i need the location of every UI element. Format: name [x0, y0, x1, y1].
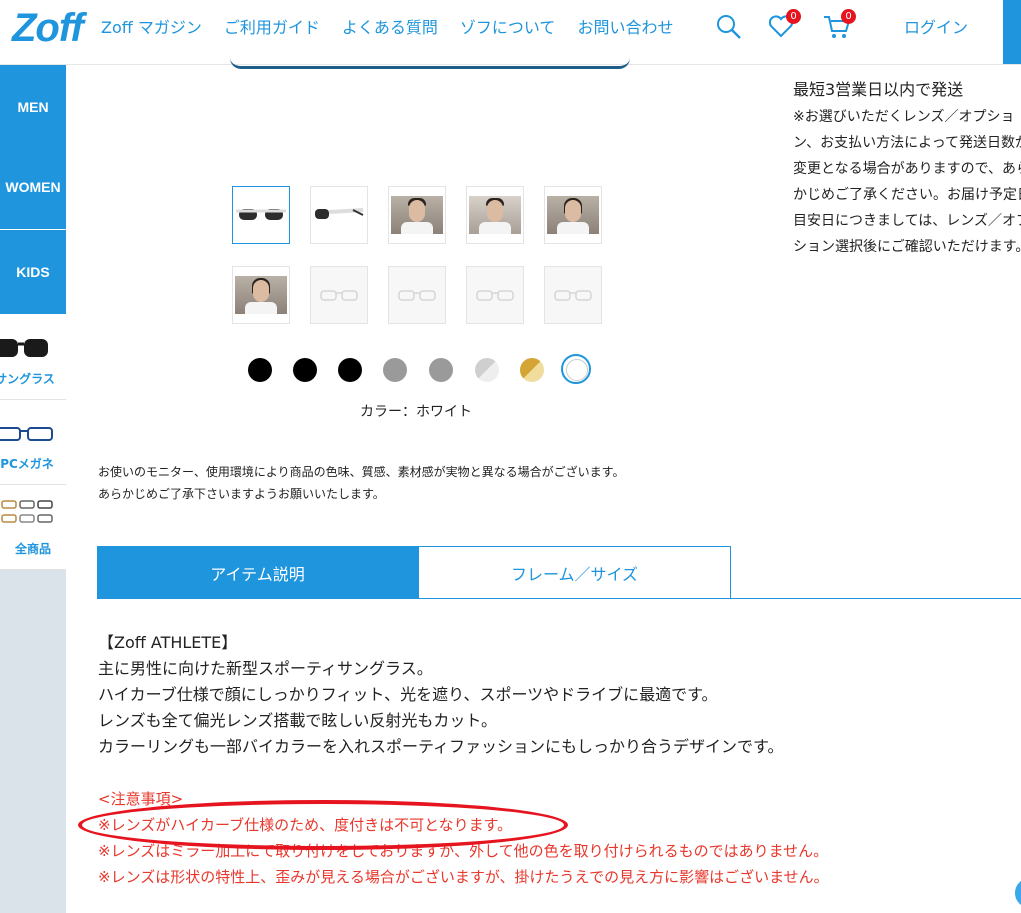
sidebar-all-products[interactable]: 全商品 [0, 485, 66, 570]
favorites-count-badge: 0 [786, 9, 801, 24]
site-header: Zoff Zoff マガジン ご利用ガイド よくある質問 ゾフについて お問い合… [0, 0, 1021, 65]
model-photo [547, 196, 599, 234]
tab-underline [97, 598, 1021, 599]
color-swatch[interactable] [248, 358, 272, 382]
item-description: 【Zoff ATHLETE】 主に男性に向けた新型スポーティサングラス。 ハイカ… [98, 630, 783, 760]
sidebar-sunglasses[interactable]: サングラス [0, 315, 66, 400]
description-line: ハイカーブ仕様で顔にしっかりフィット、光を遮り、スポーツやドライブに最適です。 [98, 685, 718, 704]
notice-line: あらかじめご了承下さいますようお願いいたします。 [98, 487, 385, 501]
search-icon[interactable] [714, 12, 742, 40]
sidebar-all-products-label: 全商品 [14, 542, 51, 556]
nav-contact[interactable]: お問い合わせ [577, 14, 673, 38]
model-photo [469, 196, 521, 234]
sunglasses-icon [0, 339, 48, 357]
thumbnail-item[interactable] [232, 266, 290, 324]
header-side-tab[interactable] [1003, 0, 1021, 64]
glasses-placeholder-icon [476, 290, 514, 301]
main-nav: Zoff マガジン ご利用ガイド よくある質問 ゾフについて お問い合わせ [101, 14, 695, 38]
thumbnail-placeholder[interactable] [388, 266, 446, 324]
glasses-placeholder-icon [320, 290, 358, 301]
cart-button[interactable]: 0 [822, 9, 856, 40]
thumbnail-item[interactable] [388, 186, 446, 244]
nav-guide[interactable]: ご利用ガイド [224, 14, 320, 38]
shipping-title: 最短3営業日以内で発送 [793, 80, 964, 99]
color-swatch-selected[interactable] [561, 354, 591, 384]
zoff-logo[interactable]: Zoff [12, 6, 84, 51]
color-swatch[interactable] [429, 358, 453, 382]
sidebar-pc-glasses-label: PCメガネ [0, 457, 54, 471]
description-line: 主に男性に向けた新型スポーティサングラス。 [98, 659, 433, 678]
chat-support-button[interactable] [1013, 876, 1021, 910]
thumbnail-placeholder[interactable] [310, 266, 368, 324]
cart-count-badge: 0 [841, 9, 856, 24]
color-swatch[interactable] [293, 358, 317, 382]
color-swatch[interactable] [338, 358, 362, 382]
thumbnail-item[interactable] [544, 186, 602, 244]
login-link[interactable]: ログイン [904, 14, 968, 38]
model-photo [235, 276, 287, 314]
description-line: カラーリングも一部バイカラーを入れスポーティファッションにもしっかり合うデザイン… [98, 737, 784, 756]
tab-frame-size[interactable]: フレーム／サイズ [418, 546, 731, 599]
nav-about[interactable]: ゾフについて [460, 14, 556, 38]
selected-color-label: カラー：ホワイト [360, 404, 472, 420]
description-line: 【Zoff ATHLETE】 [98, 633, 238, 652]
nav-faq[interactable]: よくある質問 [342, 14, 438, 38]
product-tabs: アイテム説明 フレーム／サイズ [97, 546, 1021, 599]
description-line: レンズも全て偏光レンズ搭載で眩しい反射光もカット。 [98, 711, 498, 730]
sidebar-kids[interactable]: KIDS [0, 230, 66, 315]
glasses-placeholder-icon [398, 290, 436, 301]
monitor-notice: お使いのモニター、使用環境により商品の色味、質感、素材感が実物と異なる場合がござ… [98, 461, 624, 505]
thumbnail-item[interactable] [232, 186, 290, 244]
notice-line: お使いのモニター、使用環境により商品の色味、質感、素材感が実物と異なる場合がござ… [98, 465, 625, 479]
favorites-button[interactable]: 0 [767, 9, 801, 40]
tab-item-description[interactable]: アイテム説明 [97, 546, 418, 599]
nav-magazine[interactable]: Zoff マガジン [101, 14, 202, 38]
model-photo [391, 196, 443, 234]
glasses-placeholder-icon [554, 290, 592, 301]
shipping-text: ※お選びいただくレンズ／オプション、お支払い方法によって発送日数が変更となる場合… [793, 109, 1021, 255]
main-product-image-edge [230, 58, 630, 69]
left-sidebar: MEN WOMEN KIDS サングラス PCメガネ 全商品 [0, 65, 66, 913]
thumbnail-item[interactable] [310, 186, 368, 244]
sidebar-pc-glasses[interactable]: PCメガネ [0, 400, 66, 485]
color-swatch[interactable] [383, 358, 407, 382]
thumbnail-placeholder[interactable] [466, 266, 524, 324]
thumbnail-item[interactable] [466, 186, 524, 244]
color-swatch[interactable] [475, 358, 499, 382]
sunglasses-side-image [315, 208, 364, 219]
sidebar-women[interactable]: WOMEN [0, 145, 66, 230]
all-glasses-icon [1, 500, 53, 523]
color-swatch[interactable] [520, 358, 544, 382]
pc-glasses-icon [0, 427, 53, 441]
sunglasses-front-image [236, 209, 286, 220]
thumbnail-placeholder[interactable] [544, 266, 602, 324]
sidebar-sunglasses-label: サングラス [0, 372, 55, 386]
sidebar-men[interactable]: MEN [0, 65, 66, 150]
red-highlight-annotation [78, 800, 568, 850]
caution-line: ※レンズは形状の特性上、歪みが見える場合がございますが、掛けたうえでの見え方に影… [98, 868, 829, 886]
